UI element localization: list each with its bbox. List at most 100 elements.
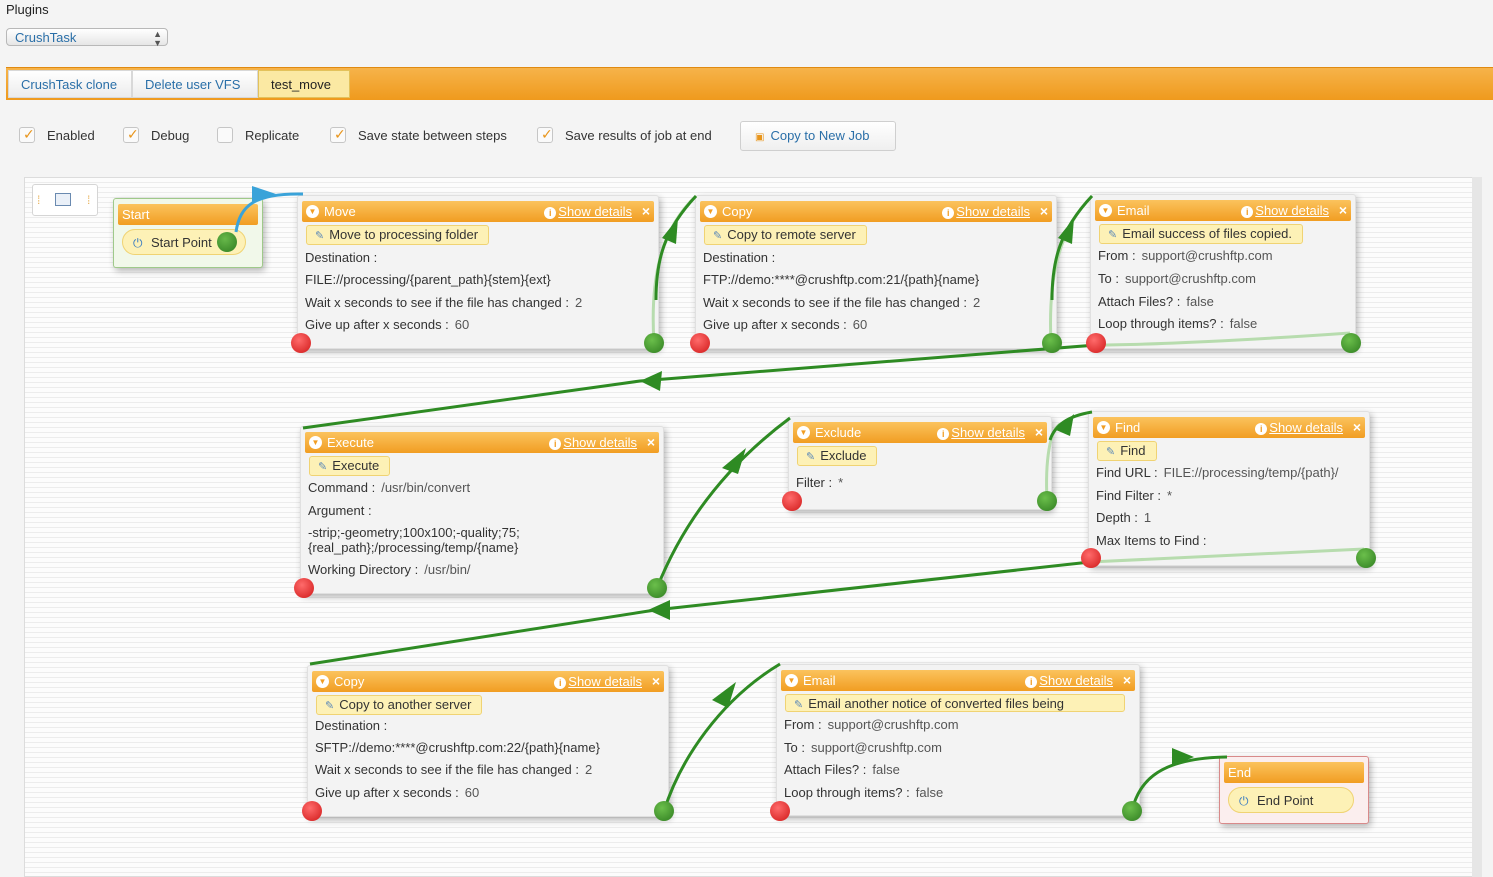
success-connector[interactable] bbox=[1356, 548, 1376, 568]
end-node-header[interactable]: End bbox=[1224, 762, 1364, 783]
replicate-checkbox[interactable] bbox=[217, 127, 233, 143]
show-details-link[interactable]: i Show details bbox=[1025, 670, 1113, 691]
failure-connector[interactable] bbox=[782, 491, 802, 511]
workdir-row: Working Directory : /usr/bin/ bbox=[308, 562, 471, 577]
success-connector[interactable] bbox=[1122, 801, 1142, 821]
collapse-icon[interactable]: ▼ bbox=[704, 205, 717, 218]
success-connector[interactable] bbox=[1341, 333, 1361, 353]
node-name-badge[interactable]: ✎ Copy to another server bbox=[316, 695, 483, 715]
toolbox[interactable]: ⁞ ⁞ bbox=[32, 184, 98, 216]
argument-label: Argument : bbox=[308, 503, 372, 518]
node-name-badge[interactable]: ✎ Execute bbox=[309, 456, 391, 476]
node-name-badge[interactable]: ✎ Copy to remote server bbox=[704, 225, 867, 245]
show-details-link[interactable]: i Show details bbox=[554, 671, 642, 692]
attach-row: Attach Files? : false bbox=[1098, 294, 1214, 309]
close-icon[interactable]: × bbox=[1339, 200, 1347, 221]
close-icon[interactable]: × bbox=[1123, 670, 1131, 691]
node-header[interactable]: ▼ Email i Show details × bbox=[781, 670, 1135, 691]
tab-delete-user-vfs[interactable]: Delete user VFS bbox=[132, 70, 258, 98]
attach-row: Attach Files? : false bbox=[784, 762, 900, 777]
plugin-select[interactable]: CrushTask ▲ ▼ bbox=[6, 28, 168, 48]
node-header[interactable]: ▼ Copy i Show details × bbox=[312, 671, 664, 692]
collapse-icon[interactable]: ▼ bbox=[316, 675, 329, 688]
failure-connector[interactable] bbox=[294, 578, 314, 598]
save-state-checkbox[interactable]: ✓ bbox=[330, 126, 346, 143]
close-icon[interactable]: × bbox=[652, 671, 660, 692]
success-connector[interactable] bbox=[1042, 333, 1062, 353]
collapse-icon[interactable]: ▼ bbox=[1097, 421, 1110, 434]
show-details-link[interactable]: i Show details bbox=[544, 201, 632, 222]
node-header[interactable]: ▼ Move i Show details × bbox=[302, 201, 654, 222]
task-node-execute[interactable]: ▼ Execute i Show details × ✎ Execute Comma… bbox=[300, 426, 664, 594]
success-connector[interactable] bbox=[647, 578, 667, 598]
show-details-link[interactable]: i Show details bbox=[937, 422, 1025, 443]
collapse-icon[interactable]: ▼ bbox=[306, 205, 319, 218]
start-node-header[interactable]: Start bbox=[118, 204, 258, 225]
node-header[interactable]: ▼ Copy i Show details × bbox=[700, 201, 1052, 222]
close-icon[interactable]: × bbox=[647, 432, 655, 453]
node-subtitle: Email another notice of converted files … bbox=[808, 696, 1065, 711]
enabled-checkbox[interactable]: ✓ bbox=[19, 126, 35, 143]
end-node[interactable]: End ⏻ End Point bbox=[1219, 756, 1369, 824]
task-node-find[interactable]: ▼ Find i Show details × ✎ Find Find URL :F… bbox=[1088, 411, 1370, 566]
node-name-badge[interactable]: ✎ Email another notice of converted files… bbox=[785, 694, 1125, 712]
filter-label: Filter : bbox=[796, 475, 833, 490]
node-header[interactable]: ▼ Exclude i Show details × bbox=[793, 422, 1047, 443]
task-node-copy-remote[interactable]: ▼ Copy i Show details × ✎ Copy to remote s… bbox=[695, 195, 1057, 349]
node-name-badge[interactable]: ✎ Move to processing folder bbox=[306, 225, 490, 245]
failure-connector[interactable] bbox=[770, 801, 790, 821]
collapse-icon[interactable]: ▼ bbox=[1099, 204, 1112, 217]
close-icon[interactable]: × bbox=[1035, 422, 1043, 443]
task-node-email-success[interactable]: ▼ Email i Show details × ✎ Email success o… bbox=[1090, 194, 1356, 349]
drag-handle-icon[interactable]: ⁞ bbox=[87, 193, 90, 207]
success-connector[interactable] bbox=[654, 801, 674, 821]
node-header[interactable]: ▼ Execute i Show details × bbox=[305, 432, 659, 453]
failure-connector[interactable] bbox=[690, 333, 710, 353]
from-label: From : bbox=[1098, 248, 1136, 263]
tab-crushtask-clone[interactable]: CrushTask clone bbox=[8, 70, 132, 98]
node-name-badge[interactable]: ✎ Find bbox=[1097, 441, 1157, 461]
giveup-label: Give up after x seconds : bbox=[703, 317, 847, 332]
show-details-link[interactable]: i Show details bbox=[942, 201, 1030, 222]
show-details-label: Show details bbox=[1255, 203, 1329, 218]
failure-connector[interactable] bbox=[1081, 548, 1101, 568]
collapse-icon[interactable]: ▼ bbox=[785, 674, 798, 687]
start-node[interactable]: Start ⏻ Start Point bbox=[113, 198, 263, 268]
node-header[interactable]: ▼ Find i Show details × bbox=[1093, 417, 1365, 438]
close-icon[interactable]: × bbox=[642, 201, 650, 222]
start-output-connector[interactable] bbox=[217, 232, 237, 252]
drag-handle-icon[interactable]: ⁞ bbox=[37, 193, 40, 207]
debug-checkbox[interactable]: ✓ bbox=[123, 126, 139, 143]
end-point[interactable]: ⏻ End Point bbox=[1228, 787, 1354, 813]
task-node-exclude[interactable]: ▼ Exclude i Show details × ✎ Exclude Filte… bbox=[788, 416, 1052, 510]
node-name-badge[interactable]: ✎ Exclude bbox=[797, 446, 878, 466]
show-details-link[interactable]: i Show details bbox=[1241, 200, 1329, 221]
failure-connector[interactable] bbox=[1086, 333, 1106, 353]
show-details-link[interactable]: i Show details bbox=[549, 432, 637, 453]
check-icon: ✓ bbox=[127, 126, 139, 142]
add-task-icon[interactable] bbox=[55, 193, 71, 206]
tab-bar: CrushTask clone Delete user VFS test_mov… bbox=[6, 67, 1493, 100]
save-results-checkbox[interactable]: ✓ bbox=[537, 126, 553, 143]
failure-connector[interactable] bbox=[302, 801, 322, 821]
node-name-badge[interactable]: ✎ Email success of files copied. bbox=[1099, 224, 1304, 244]
copy-to-new-job-button[interactable]: ▣ Copy to New Job bbox=[740, 121, 896, 151]
task-node-move[interactable]: ▼ Move i Show details × ✎ Move to processi… bbox=[297, 195, 659, 349]
success-connector[interactable] bbox=[644, 333, 664, 353]
collapse-icon[interactable]: ▼ bbox=[797, 426, 810, 439]
canvas-scrollbar[interactable] bbox=[1472, 177, 1482, 877]
command-value: /usr/bin/convert bbox=[381, 480, 471, 495]
success-connector[interactable] bbox=[1037, 491, 1057, 511]
collapse-icon[interactable]: ▼ bbox=[309, 436, 322, 449]
show-details-link[interactable]: i Show details bbox=[1255, 417, 1343, 438]
start-point[interactable]: ⏻ Start Point bbox=[122, 229, 246, 255]
task-node-email-notice[interactable]: ▼ Email i Show details × ✎ Email another n… bbox=[776, 664, 1140, 816]
tab-test-move[interactable]: test_move bbox=[258, 70, 350, 98]
close-icon[interactable]: × bbox=[1353, 417, 1361, 438]
failure-connector[interactable] bbox=[291, 333, 311, 353]
close-icon[interactable]: × bbox=[1040, 201, 1048, 222]
task-node-copy-another[interactable]: ▼ Copy i Show details × ✎ Copy to another … bbox=[307, 665, 669, 817]
check-icon: ✓ bbox=[334, 126, 346, 142]
node-header[interactable]: ▼ Email i Show details × bbox=[1095, 200, 1351, 221]
node-subtitle: Copy to remote server bbox=[727, 227, 856, 242]
